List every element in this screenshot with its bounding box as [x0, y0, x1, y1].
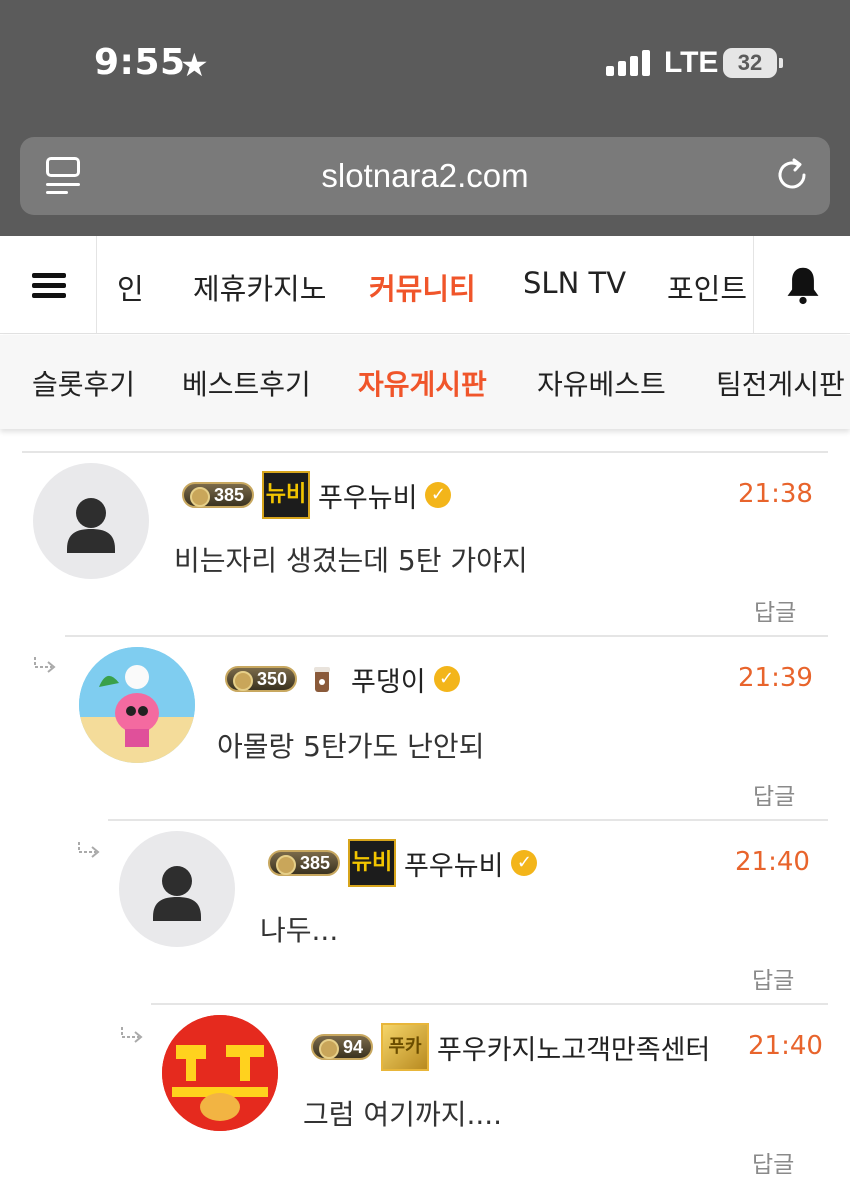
verified-check-icon: ✓ — [511, 850, 538, 876]
username[interactable]: 푸댕이 — [351, 660, 426, 699]
comment-text: 나두... — [260, 914, 339, 947]
comment-text: 비는자리 생겼는데 5탄 가야지 — [174, 544, 528, 577]
verified-check-icon: ✓ — [433, 666, 460, 692]
comment-meta: 385 뉴비 푸우뉴비 ✓ — [182, 471, 452, 519]
avatar[interactable] — [119, 831, 235, 947]
nav-item-point[interactable]: 포인트 — [667, 266, 747, 308]
comment-meta: 385 뉴비 푸우뉴비 ✓ — [268, 839, 538, 887]
newbie-badge: 뉴비 — [348, 839, 397, 887]
username[interactable]: 푸우뉴비 — [318, 476, 417, 515]
status-time: 9:55 — [94, 42, 186, 83]
browser-chrome: 9:55 ★ LTE 32 slotnara2.com — [0, 0, 850, 236]
comment-item: 350 푸댕이 ✓ 21:39 아몰랑 5탄가도 난안되 답글 — [65, 635, 828, 820]
main-nav: 인 제휴카지노 커뮤니티 SLN TV 포인트 — [0, 236, 850, 334]
star-icon: ★ — [180, 46, 209, 84]
drink-badge-icon — [311, 662, 333, 696]
username[interactable]: 푸우카지노고객만족센터 — [437, 1028, 710, 1067]
page: 9:55 ★ LTE 32 slotnara2.com 인 제휴카지노 커뮤니티… — [0, 0, 850, 1195]
reply-button[interactable]: 답글 — [754, 593, 796, 627]
comment-item: 385 뉴비 푸우뉴비 ✓ 21:38 비는자리 생겼는데 5탄 가야지 답글 — [22, 451, 828, 636]
nav-item-partner-casino[interactable]: 제휴카지노 — [193, 266, 326, 308]
reply-button[interactable]: 답글 — [752, 1145, 794, 1179]
sub-nav: 슬롯후기 베스트후기 자유게시판 자유베스트 팀전게시판 — [0, 335, 850, 429]
level-badge: 350 — [225, 666, 298, 692]
battery-tip — [779, 58, 783, 68]
reply-button[interactable]: 답글 — [752, 961, 794, 995]
pooh-logo-icon — [162, 1015, 278, 1131]
notification-button[interactable] — [753, 236, 850, 333]
avatar[interactable] — [79, 647, 195, 763]
nav-item-community[interactable]: 커뮤니티 — [369, 266, 476, 308]
network-type: LTE — [664, 46, 719, 79]
sub-nav-item-free-board[interactable]: 자유게시판 — [358, 363, 487, 403]
nav-item-sln-tv[interactable]: SLN TV — [523, 266, 626, 300]
comment-time: 21:40 — [748, 1031, 823, 1061]
comment-meta: 94 푸카 푸우카지노고객만족센터 — [311, 1023, 710, 1071]
default-user-icon — [67, 498, 115, 553]
comment-meta: 350 푸댕이 ✓ — [225, 655, 460, 703]
comment-time: 21:38 — [738, 479, 813, 509]
sub-nav-item-slot-review[interactable]: 슬롯후기 — [32, 363, 135, 403]
level-badge: 385 — [182, 482, 255, 508]
nav-item-login[interactable]: 인 — [117, 266, 144, 308]
avatar[interactable] — [33, 463, 149, 579]
reply-arrow-icon — [34, 657, 56, 673]
comment-time: 21:40 — [735, 847, 810, 877]
comment-item: 94 푸카 푸우카지노고객만족센터 21:40 그럼 여기까지.... 답글 — [151, 1003, 828, 1195]
avatar[interactable] — [162, 1015, 278, 1131]
bell-icon[interactable] — [784, 265, 822, 305]
level-badge: 94 — [311, 1034, 374, 1060]
verified-check-icon: ✓ — [425, 482, 452, 508]
gold-badge: 푸카 — [381, 1023, 430, 1071]
reload-icon[interactable] — [772, 155, 812, 195]
default-user-icon — [153, 866, 201, 921]
sub-nav-item-team-board[interactable]: 팀전게시판 — [716, 363, 845, 403]
comment-time: 21:39 — [738, 663, 813, 693]
reply-arrow-icon — [78, 842, 100, 858]
cellular-signal-icon — [606, 50, 650, 76]
level-badge: 385 — [268, 850, 341, 876]
battery-icon: 32 — [723, 48, 777, 78]
main-nav-scroll[interactable]: 인 제휴카지노 커뮤니티 SLN TV 포인트 — [97, 236, 753, 333]
newbie-badge: 뉴비 — [262, 471, 311, 519]
comment-item: 385 뉴비 푸우뉴비 ✓ 21:40 나두... 답글 — [108, 819, 828, 1004]
reply-button[interactable]: 답글 — [753, 777, 795, 811]
comment-text: 아몰랑 5탄가도 난안되 — [217, 730, 485, 763]
sub-nav-item-best-review[interactable]: 베스트후기 — [182, 363, 311, 403]
hamburger-menu-icon[interactable] — [0, 236, 97, 333]
url-bar[interactable]: slotnara2.com — [20, 137, 830, 215]
sub-nav-item-free-best[interactable]: 자유베스트 — [537, 363, 666, 403]
reply-arrow-icon — [121, 1027, 143, 1043]
cartoon-avatar-icon — [79, 647, 195, 763]
comment-text: 그럼 여기까지.... — [303, 1098, 503, 1131]
username[interactable]: 푸우뉴비 — [404, 844, 503, 883]
url-text[interactable]: slotnara2.com — [20, 157, 830, 195]
